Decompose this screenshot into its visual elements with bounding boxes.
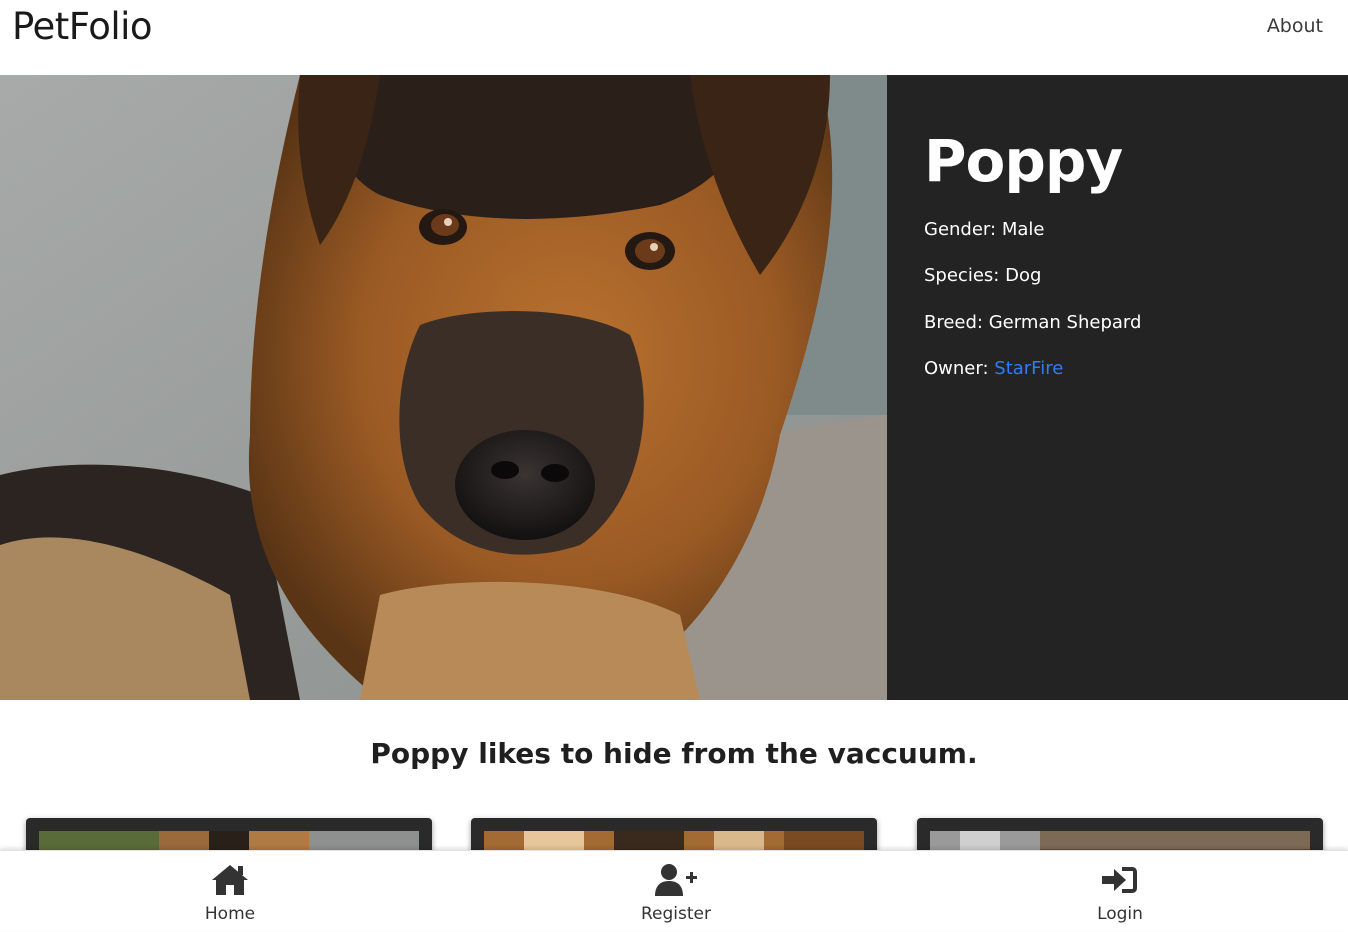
- pet-breed: Breed: German Shepard: [924, 312, 1141, 333]
- species-label: Species:: [924, 265, 1000, 286]
- owner-profile-link[interactable]: StarFire: [994, 358, 1063, 379]
- user-plus-icon: [596, 863, 756, 897]
- pet-owner: Owner: StarFire: [924, 358, 1063, 379]
- gender-label: Gender:: [924, 219, 997, 240]
- pet-name-heading: Poppy: [924, 127, 1123, 195]
- pet-bio: Poppy likes to hide from the vaccuum.: [370, 737, 978, 770]
- bottom-nav-home[interactable]: Home: [150, 851, 310, 932]
- bottom-nav-register[interactable]: Register: [596, 851, 756, 932]
- home-icon: [150, 863, 310, 897]
- bottom-navigation: Home Register Login: [0, 850, 1348, 931]
- home-label: Home: [204, 904, 256, 924]
- register-label: Register: [641, 904, 711, 924]
- pet-gender: Gender: Male: [924, 219, 1044, 240]
- sign-in-icon: [1040, 863, 1200, 897]
- nav-about-link[interactable]: About: [1267, 15, 1323, 37]
- pet-info-panel: Poppy Gender: Male Species: Dog Breed: G…: [887, 75, 1348, 700]
- species-value: Dog: [1005, 265, 1042, 286]
- pet-species: Species: Dog: [924, 265, 1041, 286]
- owner-label: Owner:: [924, 358, 989, 379]
- breed-label: Breed:: [924, 312, 983, 333]
- login-label: Login: [1097, 904, 1143, 924]
- dog-photo-illustration: [0, 75, 887, 700]
- gender-value: Male: [1001, 219, 1045, 240]
- bottom-nav-login[interactable]: Login: [1040, 851, 1200, 932]
- pet-profile-photo: [0, 75, 887, 700]
- brand-logo-link[interactable]: PetFolio: [12, 5, 153, 48]
- top-navbar: PetFolio About: [0, 0, 1348, 75]
- breed-value: German Shepard: [988, 312, 1142, 333]
